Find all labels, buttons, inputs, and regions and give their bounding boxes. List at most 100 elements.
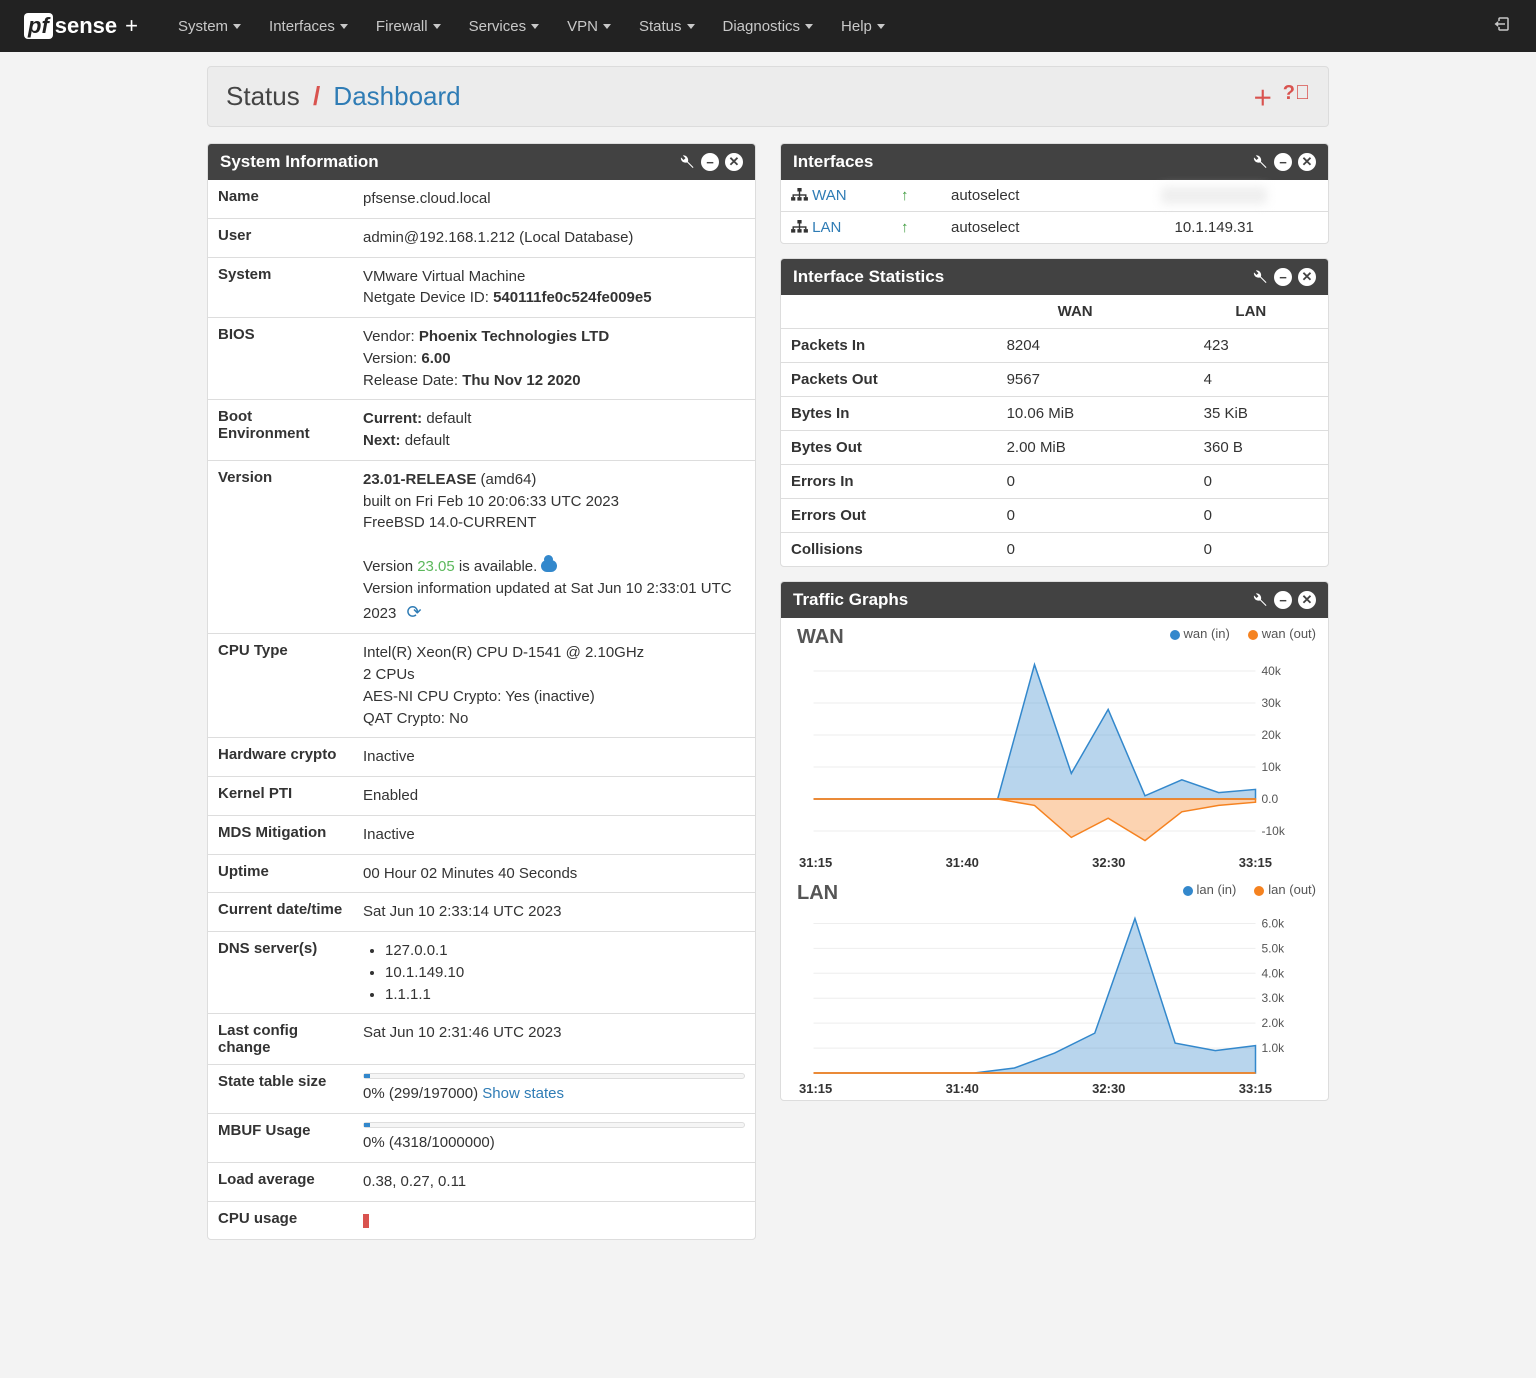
panel-sysinfo: System Information − ✕ Namepfsense.cloud… <box>207 143 756 1240</box>
dns-entry: 127.0.0.1 <box>385 940 745 962</box>
stat-row: Packets In8204423 <box>781 329 1328 363</box>
nav-item-vpn[interactable]: VPN <box>555 3 623 50</box>
wrench-icon[interactable] <box>1250 591 1268 609</box>
col-header: WAN <box>977 295 1174 329</box>
caret-icon <box>433 24 441 29</box>
cpu-usage-bar <box>363 1214 369 1228</box>
minimize-icon[interactable]: − <box>1274 591 1292 609</box>
close-icon[interactable]: ✕ <box>1298 153 1316 171</box>
panel-ifstats: Interface Statistics − ✕ WAN LAN Packets… <box>780 258 1329 567</box>
close-icon[interactable]: ✕ <box>725 153 743 171</box>
brand-pf: pf <box>24 13 53 39</box>
stat-lan: 423 <box>1174 329 1328 363</box>
caret-icon <box>877 24 885 29</box>
svg-text:30k: 30k <box>1262 696 1282 710</box>
stat-label: Packets In <box>781 329 977 363</box>
panel-title: Traffic Graphs <box>793 590 908 610</box>
stat-row: Bytes In10.06 MiB35 KiB <box>781 397 1328 431</box>
mbuf-progress <box>363 1122 745 1128</box>
minimize-icon[interactable]: − <box>701 153 719 171</box>
cloud-download-icon[interactable] <box>541 560 557 572</box>
row-label: Current date/time <box>208 893 353 932</box>
row-value: admin@192.168.1.212 (Local Database) <box>353 218 755 257</box>
row-value: VMware Virtual Machine Netgate Device ID… <box>353 257 755 318</box>
logout-icon[interactable] <box>1492 15 1512 37</box>
col-header <box>781 295 977 329</box>
stat-lan: 0 <box>1174 533 1328 567</box>
stat-lan: 0 <box>1174 465 1328 499</box>
stat-row: Packets Out95674 <box>781 363 1328 397</box>
row-value: 127.0.0.1 10.1.149.10 1.1.1.1 <box>353 932 755 1014</box>
minimize-icon[interactable]: − <box>1274 268 1292 286</box>
xtick: 32:30 <box>1092 1081 1125 1096</box>
legend-lan-out: lan (out) <box>1254 882 1316 897</box>
stat-row: Bytes Out2.00 MiB360 B <box>781 431 1328 465</box>
nav-item-help[interactable]: Help <box>829 3 897 50</box>
iface-link-wan[interactable]: WAN <box>812 187 846 204</box>
panel-title: Interface Statistics <box>793 267 944 287</box>
nav-item-system[interactable]: System <box>166 3 253 50</box>
stat-wan: 2.00 MiB <box>977 431 1174 465</box>
refresh-icon[interactable]: ⟳ <box>407 599 422 625</box>
row-value <box>353 1201 755 1239</box>
page-header: Status / Dashboard ＋ ?⃝ <box>207 66 1329 127</box>
nav-item-services[interactable]: Services <box>457 3 552 50</box>
xtick: 33:15 <box>1239 855 1272 870</box>
iface-link-lan[interactable]: LAN <box>812 219 841 236</box>
wrench-icon[interactable] <box>677 153 695 171</box>
chart-wan: -10k0.010k20k30k40k <box>793 651 1316 851</box>
caret-icon <box>805 24 813 29</box>
svg-text:3.0k: 3.0k <box>1262 991 1286 1005</box>
nav-item-firewall[interactable]: Firewall <box>364 3 453 50</box>
nav-item-status[interactable]: Status <box>627 3 707 50</box>
stat-label: Collisions <box>781 533 977 567</box>
svg-text:1.0k: 1.0k <box>1262 1041 1286 1055</box>
row-value: pfsense.cloud.local <box>353 180 755 218</box>
row-label: Last config change <box>208 1014 353 1065</box>
row-label: Boot Environment <box>208 400 353 461</box>
svg-text:20k: 20k <box>1262 728 1282 742</box>
close-icon[interactable]: ✕ <box>1298 591 1316 609</box>
caret-icon <box>531 24 539 29</box>
add-widget-icon[interactable]: ＋ <box>1253 82 1273 111</box>
wrench-icon[interactable] <box>1250 268 1268 286</box>
crumb-leaf[interactable]: Dashboard <box>333 81 460 111</box>
row-value: Inactive <box>353 815 755 854</box>
row-label: Uptime <box>208 854 353 893</box>
minimize-icon[interactable]: − <box>1274 153 1292 171</box>
panel-traffic: Traffic Graphs − ✕ WAN wan (in) wan (out… <box>780 581 1329 1101</box>
help-icon[interactable]: ?⃝ <box>1283 82 1310 111</box>
stat-label: Errors In <box>781 465 977 499</box>
row-label: BIOS <box>208 318 353 400</box>
caret-icon <box>233 24 241 29</box>
row-label: Hardware crypto <box>208 738 353 777</box>
graph-title: LAN <box>797 882 838 905</box>
close-icon[interactable]: ✕ <box>1298 268 1316 286</box>
nav-item-diagnostics[interactable]: Diagnostics <box>711 3 826 50</box>
caret-icon <box>603 24 611 29</box>
panel-title: Interfaces <box>793 152 873 172</box>
show-states-link[interactable]: Show states <box>482 1085 564 1102</box>
svg-text:4.0k: 4.0k <box>1262 966 1286 980</box>
brand-logo[interactable]: pfsense+ <box>24 13 138 39</box>
xtick: 31:40 <box>946 855 979 870</box>
stat-wan: 10.06 MiB <box>977 397 1174 431</box>
iface-row: LAN ↑ autoselect 10.1.149.31 <box>781 212 1328 244</box>
xtick: 33:15 <box>1239 1081 1272 1096</box>
row-label: MDS Mitigation <box>208 815 353 854</box>
stat-lan: 35 KiB <box>1174 397 1328 431</box>
legend-wan-out: wan (out) <box>1248 626 1316 641</box>
iface-speed: autoselect <box>941 212 1100 244</box>
brand-plus-icon: + <box>125 13 138 39</box>
graph-title: WAN <box>797 626 844 649</box>
row-label: DNS server(s) <box>208 932 353 1014</box>
row-label: CPU usage <box>208 1201 353 1239</box>
row-label: Kernel PTI <box>208 777 353 816</box>
row-label: Load average <box>208 1162 353 1201</box>
nav-item-interfaces[interactable]: Interfaces <box>257 3 360 50</box>
breadcrumb: Status / Dashboard <box>226 81 461 112</box>
stat-wan: 8204 <box>977 329 1174 363</box>
row-value: 23.01-RELEASE (amd64) built on Fri Feb 1… <box>353 460 755 634</box>
stat-lan: 360 B <box>1174 431 1328 465</box>
wrench-icon[interactable] <box>1250 153 1268 171</box>
